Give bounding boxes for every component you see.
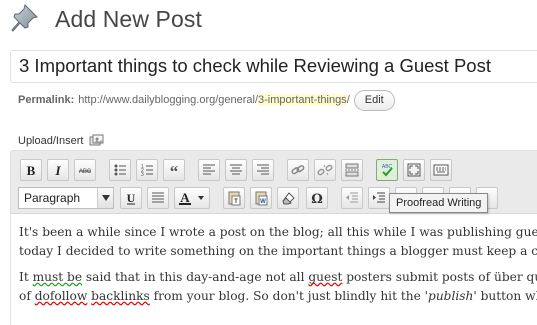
svg-text:Ω: Ω [311, 192, 323, 206]
remove-format-button[interactable] [277, 187, 299, 209]
paste-word-button[interactable]: W [250, 187, 272, 209]
chevron-down-icon[interactable] [97, 188, 113, 208]
pushpin-icon [9, 4, 43, 34]
text-run: It [19, 270, 33, 284]
underline-button[interactable]: U [120, 187, 142, 209]
page-header: Add New Post [9, 4, 202, 34]
italic-button[interactable]: I [47, 159, 69, 181]
justify-button[interactable] [147, 187, 169, 209]
paragraph-1-line-1: It's been a while since I wrote a post o… [19, 225, 537, 239]
svg-text:“: “ [170, 162, 179, 178]
kitchen-sink-button[interactable] [430, 159, 452, 181]
text-run: ' button whe [473, 289, 537, 303]
media-insert-icon[interactable] [89, 134, 105, 148]
page-title: Add New Post [55, 5, 202, 32]
outdent-button[interactable] [341, 187, 363, 209]
svg-text:W: W [260, 199, 266, 205]
text-run: from your blog. So don't just blindly hi… [149, 289, 429, 303]
permalink-edit-button[interactable]: Edit [353, 89, 395, 111]
post-editor: B I ABC 123 “ ABC Paragraph U A T W Ω It… [10, 150, 537, 325]
permalink-suffix: / [346, 94, 350, 106]
unlink-button[interactable] [314, 159, 336, 181]
svg-text:B: B [27, 163, 36, 178]
permalink-label: Permalink: [18, 94, 75, 106]
text-run: said that in this day-and-age not all [82, 270, 309, 284]
proofread-tooltip: Proofread Writing [389, 193, 489, 213]
unordered-list-button[interactable] [109, 159, 131, 181]
indent-button[interactable] [368, 187, 390, 209]
post-title-input[interactable]: 3 Important things to check while Review… [10, 50, 537, 83]
format-select-value: Paragraph [24, 191, 81, 205]
permalink-slug[interactable]: 3-important-things [258, 94, 347, 106]
link-button[interactable] [287, 159, 309, 181]
align-right-button[interactable] [252, 159, 274, 181]
bold-button[interactable]: B [20, 159, 42, 181]
fullscreen-button[interactable] [403, 159, 425, 181]
svg-text:A: A [180, 190, 190, 205]
upload-insert-row: Upload/Insert [18, 133, 105, 149]
svg-text:U: U [127, 191, 136, 205]
spelling-error-backlinks[interactable]: backlinks [91, 289, 150, 303]
paste-text-button[interactable]: T [223, 187, 245, 209]
format-select[interactable]: Paragraph [18, 187, 114, 209]
spellcheck-button[interactable]: ABC [376, 159, 398, 181]
svg-text:ABC: ABC [79, 169, 92, 175]
paragraph-1-line-2: today I decided to write something on th… [19, 244, 537, 258]
svg-text:T: T [234, 199, 238, 205]
paragraph-2: It must be said that in this day-and-age… [19, 268, 537, 306]
text-run: posters submit posts of über qua [342, 270, 537, 284]
more-tag-button[interactable] [341, 159, 363, 181]
spelling-error-guest[interactable]: guest [308, 270, 342, 284]
text-run: of [19, 289, 35, 303]
blockquote-button[interactable]: “ [163, 159, 185, 181]
emphasis-publish: publish [428, 289, 474, 303]
paragraph-1: It's been a while since I wrote a post o… [19, 223, 537, 261]
align-center-button[interactable] [225, 159, 247, 181]
align-left-button[interactable] [198, 159, 220, 181]
permalink-row: Permalink: http://www.dailyblogging.org/… [18, 89, 395, 111]
svg-text:I: I [54, 163, 61, 178]
spelling-error-dofollow[interactable]: dofollow [35, 289, 88, 303]
svg-text:3: 3 [141, 172, 144, 178]
ordered-list-button[interactable]: 123 [136, 159, 158, 181]
strikethrough-button[interactable]: ABC [74, 159, 96, 181]
permalink-base: http://www.dailyblogging.org/general/ [78, 94, 259, 106]
editor-content[interactable]: It's been a while since I wrote a post o… [19, 223, 537, 313]
special-character-button[interactable]: Ω [306, 187, 328, 209]
text-color-button[interactable]: A [174, 187, 210, 209]
grammar-suggestion-must-be[interactable]: must be [33, 270, 82, 284]
upload-insert-label: Upload/Insert [18, 135, 84, 147]
